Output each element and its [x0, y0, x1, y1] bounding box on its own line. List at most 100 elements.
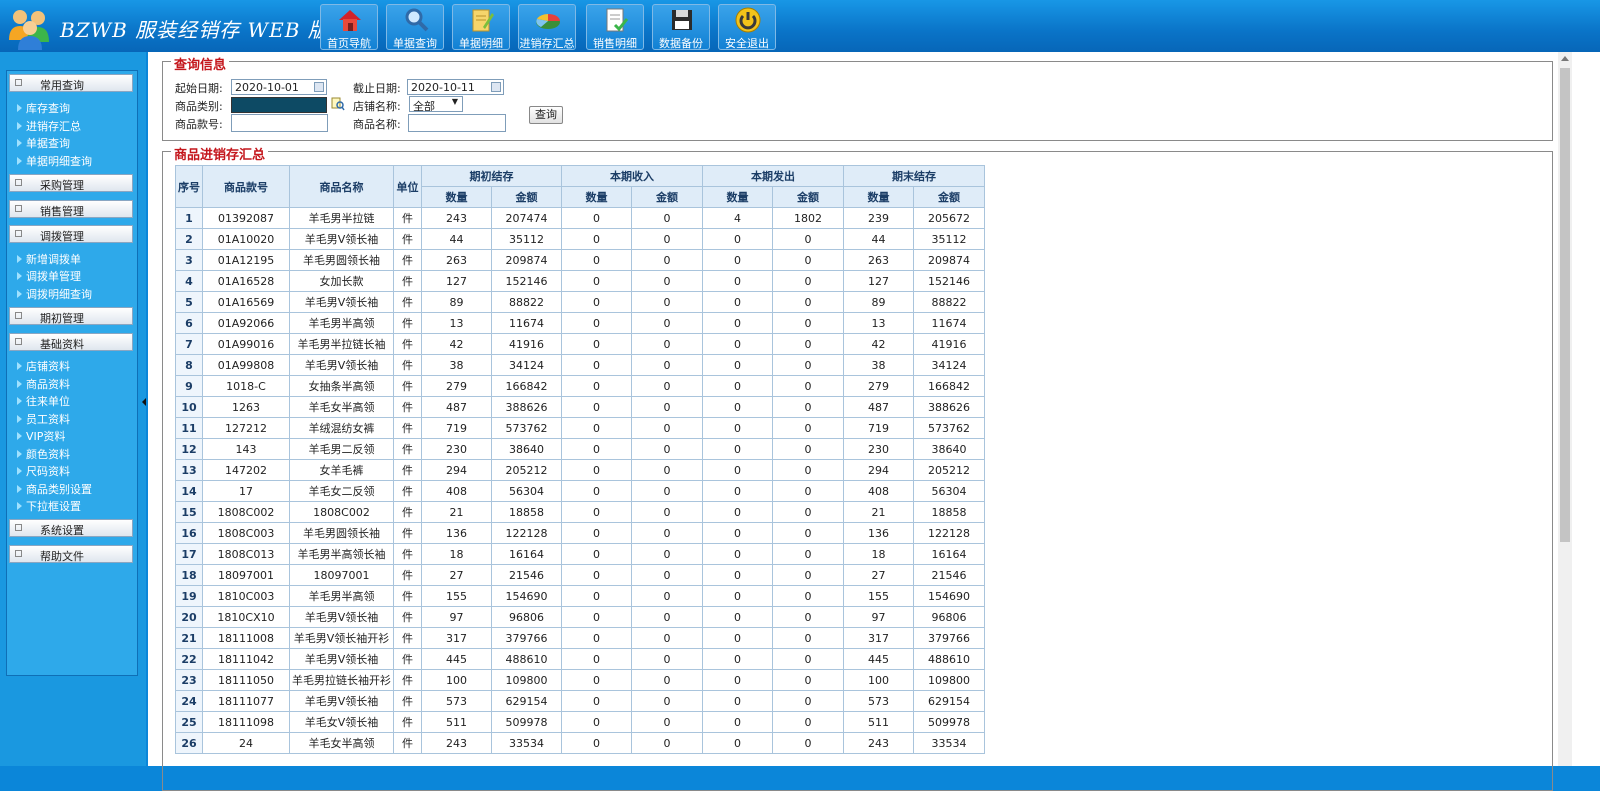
- table-row[interactable]: 14 17 羊毛女二反领件 408 56304 0 0 0 0 408 56304: [175, 480, 985, 502]
- table-row[interactable]: 22 18111042 羊毛男V领长袖件 445 488610 0 0 0 0 445 488610: [175, 648, 985, 670]
- category-search-icon[interactable]: [331, 97, 345, 111]
- sidebar-item-product-data[interactable]: 商品资料: [17, 376, 70, 393]
- sidebar-item-vip-data[interactable]: VIP资料: [17, 428, 65, 445]
- calendar-icon[interactable]: [491, 82, 501, 92]
- table-row[interactable]: 8 01A99808 羊毛男V领长袖件 38 34124 0 0 0 0 38 34124: [175, 354, 985, 376]
- sidebar-group-opening[interactable]: 期初管理: [9, 307, 133, 325]
- sidebar-item-color-data[interactable]: 颜色资料: [17, 446, 70, 463]
- product-code-label: 商品款号:: [175, 118, 223, 131]
- sidebar-collapse-arrow-icon[interactable]: [142, 395, 147, 409]
- cell-index: 11: [175, 417, 203, 439]
- table-row[interactable]: 3 01A12195 羊毛男圆领长袖件 263 209874 0 0 0 0 263 209874: [175, 249, 985, 271]
- table-row[interactable]: 15 1808C002 1808C002 件 21 18858 0 0 0 0 21 18858: [175, 501, 985, 523]
- cell-opening-amount: 56304: [491, 480, 562, 502]
- header-amount: 金额: [772, 186, 844, 208]
- sidebar-item-transfer-detail[interactable]: 调拨明细查询: [17, 286, 92, 303]
- sidebar-item-store-data[interactable]: 店铺资料: [17, 358, 70, 375]
- store-select[interactable]: 全部 ▼: [409, 96, 463, 112]
- table-row[interactable]: 10 1263 羊毛女半高领件 487 388626 0 0 0 0 487 388626: [175, 396, 985, 418]
- table-row[interactable]: 17 1808C013 羊毛男半高领长袖件 18 16164 0 0 0 0 18 16164: [175, 543, 985, 565]
- product-name-input[interactable]: [408, 114, 506, 132]
- table-row[interactable]: 5 01A16569 羊毛男V领长袖件 89 88822 0 0 0 0 89 88822: [175, 291, 985, 313]
- nav-inventory-summary-button[interactable]: 进销存汇总: [518, 4, 576, 50]
- table-row[interactable]: 9 1018-C 女抽条半高领件 279 166842 0 0 0 0 279 166842: [175, 375, 985, 397]
- scroll-thumb[interactable]: [1560, 68, 1570, 542]
- cell-product-code: 18111042: [202, 648, 290, 670]
- category-input[interactable]: [231, 97, 327, 113]
- sidebar-item-staff-data[interactable]: 员工资料: [17, 411, 70, 428]
- sidebar-group-common-query[interactable]: 常用查询: [9, 74, 133, 92]
- end-date-input[interactable]: 2020-10-11: [407, 79, 504, 95]
- nav-document-search-button[interactable]: 单据查询: [386, 4, 444, 50]
- query-panel: 查询信息 起始日期: 2020-10-01 截止日期: 2020-10-11 商…: [162, 54, 1553, 141]
- table-row[interactable]: 4 01A16528 女加长款件 127 152146 0 0 0 0 127 152146: [175, 270, 985, 292]
- page-scrollbar[interactable]: [1558, 52, 1572, 766]
- cell-opening-qty: 155: [421, 585, 492, 607]
- product-code-input[interactable]: [231, 114, 328, 132]
- cell-product-code: 1810C003: [202, 585, 290, 607]
- cell-index: 22: [175, 648, 203, 670]
- cell-opening-qty: 719: [421, 417, 492, 439]
- sidebar-group-basic-data[interactable]: 基础资料: [9, 333, 133, 351]
- cell-issued-amount: 0: [772, 396, 844, 418]
- cell-opening-qty: 97: [421, 606, 492, 628]
- nav-home-button[interactable]: 首页导航: [320, 4, 378, 50]
- table-row[interactable]: 11 127212 羊绒混纺女裤件 719 573762 0 0 0 0 719 573762: [175, 417, 985, 439]
- nav-sales-detail-button[interactable]: 销售明细: [586, 4, 644, 50]
- cell-closing-qty: 13: [843, 312, 914, 334]
- sidebar-item-category-settings[interactable]: 商品类别设置: [17, 481, 92, 498]
- sidebar-group-transfer[interactable]: 调拨管理: [9, 225, 133, 243]
- cell-index: 2: [175, 228, 203, 250]
- cell-received-amount: 0: [631, 249, 703, 271]
- table-row[interactable]: 18 18097001 18097001 件 27 21546 0 0 0 0 27 21546: [175, 564, 985, 586]
- table-row[interactable]: 13 147202 女羊毛裤件 294 205212 0 0 0 0 294 205212: [175, 459, 985, 481]
- document-check-icon: [606, 8, 629, 32]
- cell-received-amount: 0: [631, 522, 703, 544]
- cell-received-qty: 0: [561, 522, 632, 544]
- cell-received-qty: 0: [561, 354, 632, 376]
- sidebar-item-dropdown-settings[interactable]: 下拉框设置: [17, 498, 81, 515]
- table-row[interactable]: 12 143 羊毛男二反领件 230 38640 0 0 0 0 230 38640: [175, 438, 985, 460]
- triangle-right-icon: [17, 272, 22, 280]
- chevron-down-icon: ▼: [451, 97, 458, 106]
- table-row[interactable]: 24 18111077 羊毛男V领长袖件 573 629154 0 0 0 0 573 629154: [175, 690, 985, 712]
- sidebar-item-partners[interactable]: 往来单位: [17, 393, 70, 410]
- sidebar-item-size-data[interactable]: 尺码资料: [17, 463, 70, 480]
- scroll-up-arrow-icon[interactable]: [1561, 56, 1569, 61]
- nav-document-detail-button[interactable]: 单据明细: [452, 4, 510, 50]
- table-row[interactable]: 20 1810CX10 羊毛男V领长袖件 97 96806 0 0 0 0 97 96806: [175, 606, 985, 628]
- cell-opening-amount: 629154: [491, 690, 562, 712]
- sidebar-item-document-query[interactable]: 单据查询: [17, 135, 70, 152]
- cell-received-amount: 0: [631, 396, 703, 418]
- sidebar-item-document-detail-query[interactable]: 单据明细查询: [17, 153, 92, 170]
- cell-index: 1: [175, 207, 203, 229]
- table-row[interactable]: 6 01A92066 羊毛男半高领件 13 11674 0 0 0 0 13 11674: [175, 312, 985, 334]
- cell-received-amount: 0: [631, 648, 703, 670]
- table-row[interactable]: 7 01A99016 羊毛男半拉链长袖件 42 41916 0 0 0 0 42 41916: [175, 333, 985, 355]
- table-row[interactable]: 25 18111098 羊毛女V领长袖件 511 509978 0 0 0 0 511 509978: [175, 711, 985, 733]
- table-row[interactable]: 1 01392087 羊毛男半拉链件 243 207474 0 0 4 1802 239 20567…: [175, 207, 985, 229]
- table-row[interactable]: 21 18111008 羊毛男V领长袖开衫件 317 379766 0 0 0 0 317 3797…: [175, 627, 985, 649]
- table-row[interactable]: 23 18111050 羊毛男拉链长袖开衫件 100 109800 0 0 0 0 100 1098…: [175, 669, 985, 691]
- sidebar-item-transfer-manage[interactable]: 调拨单管理: [17, 268, 81, 285]
- sidebar-group-help[interactable]: 帮助文件: [9, 545, 133, 563]
- table-row[interactable]: 16 1808C003 羊毛男圆领长袖件 136 122128 0 0 0 0 136 122128: [175, 522, 985, 544]
- cell-received-qty: 0: [561, 291, 632, 313]
- cell-product-code: 18097001: [202, 564, 290, 586]
- nav-safe-exit-button[interactable]: 安全退出: [718, 4, 776, 50]
- sidebar-group-sales[interactable]: 销售管理: [9, 200, 133, 218]
- sidebar-item-stock-query[interactable]: 库存查询: [17, 100, 70, 117]
- sidebar-group-system-settings[interactable]: 系统设置: [9, 519, 133, 537]
- sidebar-item-new-transfer[interactable]: 新增调拨单: [17, 251, 81, 268]
- table-row[interactable]: 2 01A10020 羊毛男V领长袖件 44 35112 0 0 0 0 44 35112: [175, 228, 985, 250]
- calendar-icon[interactable]: [314, 82, 324, 92]
- table-row[interactable]: 26 24 羊毛女半高领件 243 33534 0 0 0 0 243 33534: [175, 732, 985, 754]
- query-button[interactable]: 查询: [529, 106, 563, 124]
- sidebar-item-inventory-summary[interactable]: 进销存汇总: [17, 118, 81, 135]
- start-date-input[interactable]: 2020-10-01: [231, 79, 327, 95]
- nav-data-backup-button[interactable]: 数据备份: [652, 4, 710, 50]
- sidebar-group-purchase[interactable]: 采购管理: [9, 174, 133, 192]
- product-name-label: 商品名称:: [353, 118, 401, 131]
- cell-closing-qty: 127: [843, 270, 914, 292]
- table-row[interactable]: 19 1810C003 羊毛男半高领件 155 154690 0 0 0 0 155 154690: [175, 585, 985, 607]
